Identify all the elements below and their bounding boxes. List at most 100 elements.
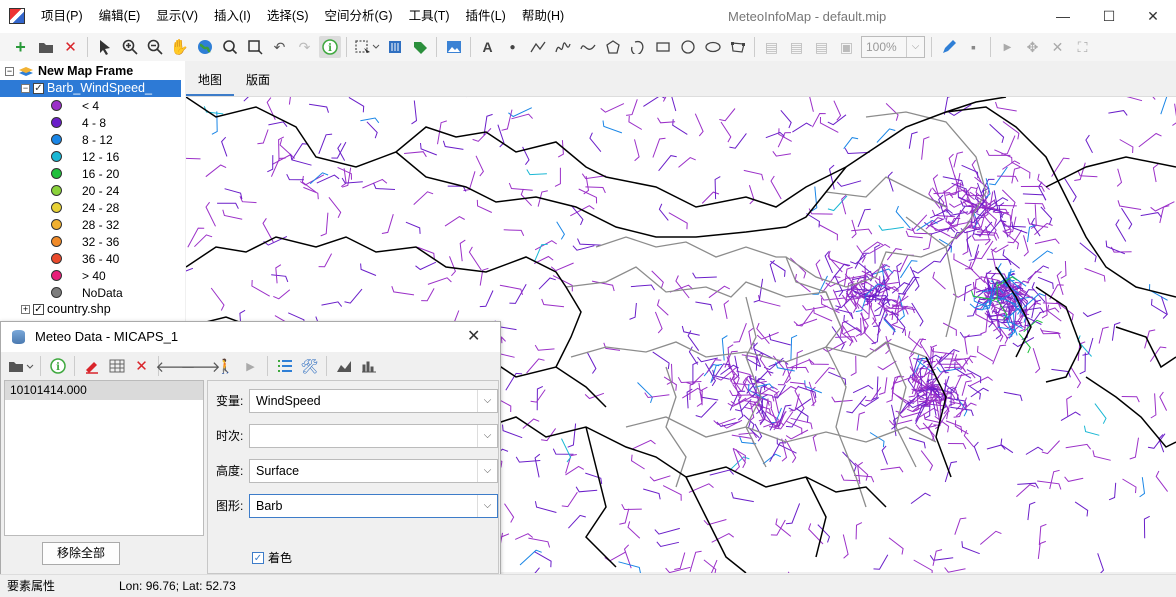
rectangle-icon[interactable] [652, 36, 674, 58]
legend-item[interactable]: 32 - 36 [51, 233, 119, 250]
zoom-to-layer-icon[interactable] [219, 36, 241, 58]
legend-item[interactable]: 24 - 28 [51, 199, 119, 216]
image-icon[interactable] [443, 36, 465, 58]
open-data-dropdown-icon[interactable] [7, 355, 35, 377]
add-layer-icon[interactable]: + [10, 36, 32, 58]
layer-visible-checkbox[interactable]: ✓ [33, 83, 44, 94]
polyline-icon[interactable] [527, 36, 549, 58]
freehand-icon[interactable] [552, 36, 574, 58]
edit-vertices-icon[interactable] [727, 36, 749, 58]
tab-layout[interactable]: 版面 [234, 66, 282, 96]
wind-barb [873, 554, 889, 570]
menu-spatial-analysis[interactable]: 空间分析(G) [317, 0, 401, 33]
legend-item[interactable]: 16 - 20 [51, 165, 119, 182]
wind-barb [572, 245, 595, 251]
legend-item[interactable]: 12 - 16 [51, 148, 119, 165]
legend-item[interactable]: > 40 [51, 267, 106, 284]
select-features-dropdown-icon[interactable] [353, 36, 381, 58]
full-extent-globe-icon[interactable] [194, 36, 216, 58]
circle-icon[interactable] [677, 36, 699, 58]
open-folder-icon[interactable] [35, 36, 57, 58]
wind-barb [1002, 249, 1021, 269]
menu-plugins[interactable]: 插件(L) [458, 0, 514, 33]
zoom-to-rect-icon[interactable] [244, 36, 266, 58]
zoom-level-combo[interactable]: 100% ⌵ [861, 36, 925, 58]
settings-list-icon[interactable] [274, 355, 296, 377]
wind-barb [995, 101, 1017, 112]
legend-color-swatch [51, 270, 62, 281]
wind-barb [565, 454, 577, 474]
menu-help[interactable]: 帮助(H) [514, 0, 572, 33]
tab-map[interactable]: 地图 [186, 66, 235, 96]
map-frame-node[interactable]: − New Map Frame [5, 63, 133, 80]
draw-data-icon[interactable] [81, 355, 103, 377]
menu-edit[interactable]: 编辑(E) [91, 0, 149, 33]
level-select[interactable]: Surface ⌵ [249, 459, 498, 483]
shading-check-icon[interactable]: ✓ [252, 551, 264, 564]
wind-barb [318, 253, 333, 268]
collapse-icon[interactable]: − [21, 84, 30, 93]
layer-visible-checkbox[interactable]: ✓ [33, 304, 44, 315]
data-file-item[interactable]: 10101414.000 [5, 381, 203, 400]
tools-icon[interactable]: 🛠 [299, 355, 321, 377]
collapse-icon[interactable]: − [5, 67, 14, 76]
expand-icon[interactable]: + [21, 305, 30, 314]
dialog-close-icon[interactable]: ✕ [467, 322, 480, 352]
toolbar-separator [931, 37, 932, 57]
wind-barb [701, 191, 720, 204]
wind-barb [668, 212, 688, 230]
edit-pencil-icon[interactable] [938, 36, 960, 58]
bar-chart-icon[interactable] [358, 355, 380, 377]
menu-tools[interactable]: 工具(T) [401, 0, 458, 33]
view-table-icon[interactable] [106, 355, 128, 377]
area-chart-icon[interactable] [333, 355, 355, 377]
legend-item[interactable]: 36 - 40 [51, 250, 119, 267]
data-info-icon[interactable]: i [47, 355, 69, 377]
menu-insert[interactable]: 插入(I) [206, 0, 259, 33]
graphic-select[interactable]: Barb ⌵ [249, 494, 498, 518]
polygon-icon[interactable] [602, 36, 624, 58]
wind-barb [534, 453, 541, 478]
identify-info-icon[interactable]: i [318, 36, 341, 58]
pan-hand-icon[interactable]: ✋ [169, 36, 191, 58]
undo-icon[interactable]: ↶ [269, 36, 291, 58]
save-edits-icon: ▪ [971, 39, 976, 55]
curve-polygon-icon[interactable] [627, 36, 649, 58]
legend-item[interactable]: 8 - 12 [51, 131, 113, 148]
remove-all-button[interactable]: 移除全部 [42, 542, 120, 565]
select-arrow-icon[interactable] [94, 36, 116, 58]
legend-item[interactable]: < 4 [51, 97, 99, 114]
wind-barb [1042, 302, 1062, 310]
legend-item[interactable]: 28 - 32 [51, 216, 119, 233]
wind-barb [674, 552, 686, 570]
ellipse-icon[interactable] [702, 36, 724, 58]
wind-barb [665, 566, 691, 574]
clear-data-icon[interactable]: ✕ [131, 355, 153, 377]
legend-item[interactable]: 20 - 24 [51, 182, 119, 199]
zoom-out-icon[interactable] [144, 36, 166, 58]
measure-icon[interactable] [384, 36, 406, 58]
minimize-button[interactable]: — [1040, 0, 1086, 33]
wind-barb [561, 491, 578, 508]
text-icon[interactable]: A [477, 36, 499, 58]
remove-layer-icon[interactable]: ✕ [60, 36, 82, 58]
barb-layer-node[interactable]: − ✓ Barb_WindSpeed_ [0, 80, 181, 97]
zoom-in-icon[interactable] [119, 36, 141, 58]
country-layer-node[interactable]: + ✓ country.shp [21, 301, 111, 318]
point-icon[interactable]: ● [502, 36, 524, 58]
menu-project[interactable]: 项目(P) [33, 0, 91, 33]
shading-checkbox[interactable]: ✓ 着色 [252, 549, 292, 566]
variable-select[interactable]: WindSpeed ⌵ [249, 389, 498, 413]
menu-select[interactable]: 选择(S) [259, 0, 317, 33]
menu-view[interactable]: 显示(V) [148, 0, 206, 33]
legend-label: 32 - 36 [82, 234, 120, 249]
maximize-button[interactable]: ☐ [1086, 0, 1132, 33]
next-time-icon[interactable]: 🡒 [180, 355, 220, 377]
close-window-button[interactable]: ✕ [1130, 0, 1176, 33]
curve-icon[interactable] [577, 36, 599, 58]
wind-barb [275, 264, 282, 284]
time-select[interactable]: ⌵ [249, 424, 498, 448]
label-tag-icon[interactable] [409, 36, 431, 58]
legend-item[interactable]: 4 - 8 [51, 114, 106, 131]
legend-item[interactable]: NoData [51, 284, 123, 301]
